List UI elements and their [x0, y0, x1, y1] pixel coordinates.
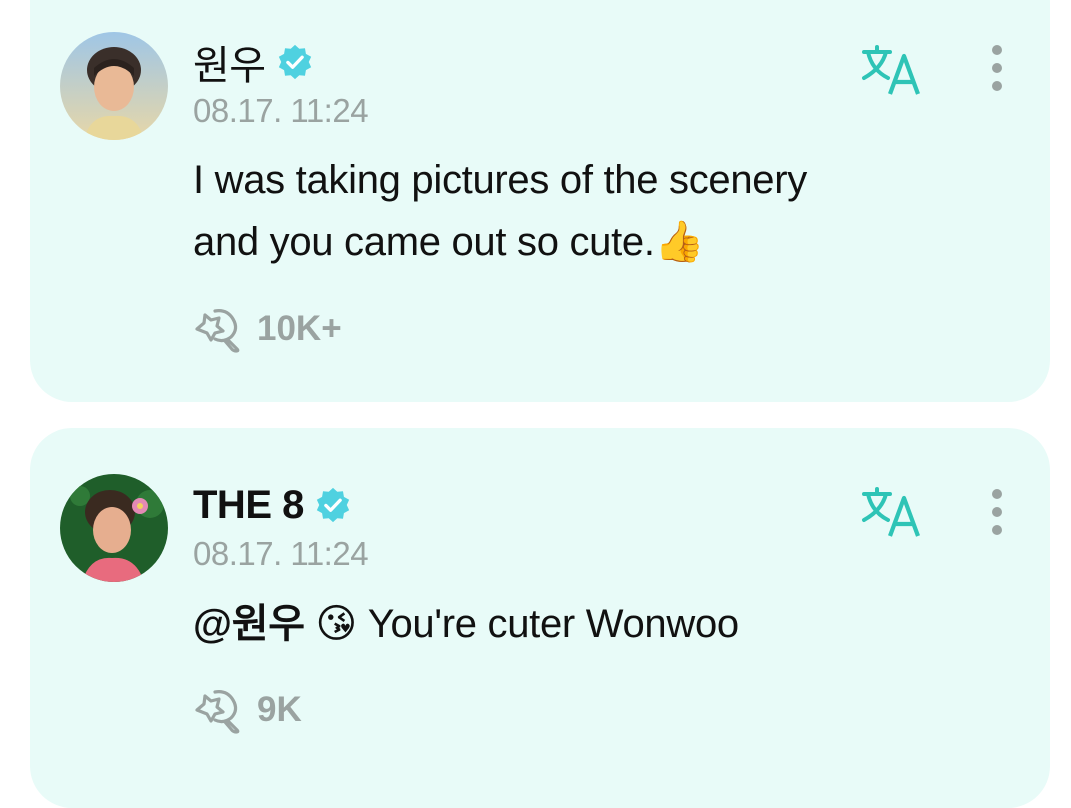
post-card: 원우 08.17. 11:24 I was taking pictures of… — [30, 0, 1050, 402]
reaction-icon — [195, 309, 240, 353]
post-text-fragment: and you came out so cute. — [193, 220, 655, 264]
verified-badge-icon — [316, 487, 350, 523]
reaction-button[interactable]: 10K+ — [193, 305, 342, 353]
more-options-icon[interactable] — [982, 484, 1012, 544]
thumbs-up-emoji: 👍 — [654, 219, 705, 265]
more-options-icon[interactable] — [982, 40, 1012, 100]
translate-icon[interactable] — [860, 44, 922, 96]
post-body: I was taking pictures of the scenery and… — [193, 149, 973, 273]
post-timestamp: 08.17. 11:24 — [193, 535, 369, 572]
post-text: You're cuter Wonwoo — [367, 602, 739, 646]
avatar[interactable] — [60, 32, 168, 140]
kiss-emoji: 😘 — [315, 601, 358, 647]
post-card: THE 8 08.17. 11:24 @원우 😘 You're cuter Wo… — [30, 428, 1050, 808]
reaction-count: 10K+ — [257, 309, 342, 348]
reaction-button[interactable]: 9K — [193, 686, 302, 734]
post-body: @원우 😘 You're cuter Wonwoo — [193, 593, 973, 655]
post-timestamp: 08.17. 11:24 — [193, 92, 369, 129]
verified-badge-icon — [278, 44, 311, 80]
translate-icon[interactable] — [860, 486, 922, 538]
post-text-line: I was taking pictures of the scenery — [193, 158, 807, 202]
author-row: THE 8 — [193, 480, 352, 530]
avatar[interactable] — [60, 474, 168, 582]
author-row: 원우 — [193, 37, 314, 88]
reaction-icon — [195, 690, 240, 734]
mention-link[interactable]: @원우 — [193, 602, 305, 646]
post-text-line: and you came out so cute.👍 — [193, 211, 973, 273]
author-name[interactable]: THE 8 — [193, 483, 304, 528]
author-name[interactable]: 원우 — [193, 33, 266, 91]
reaction-count: 9K — [257, 690, 302, 729]
